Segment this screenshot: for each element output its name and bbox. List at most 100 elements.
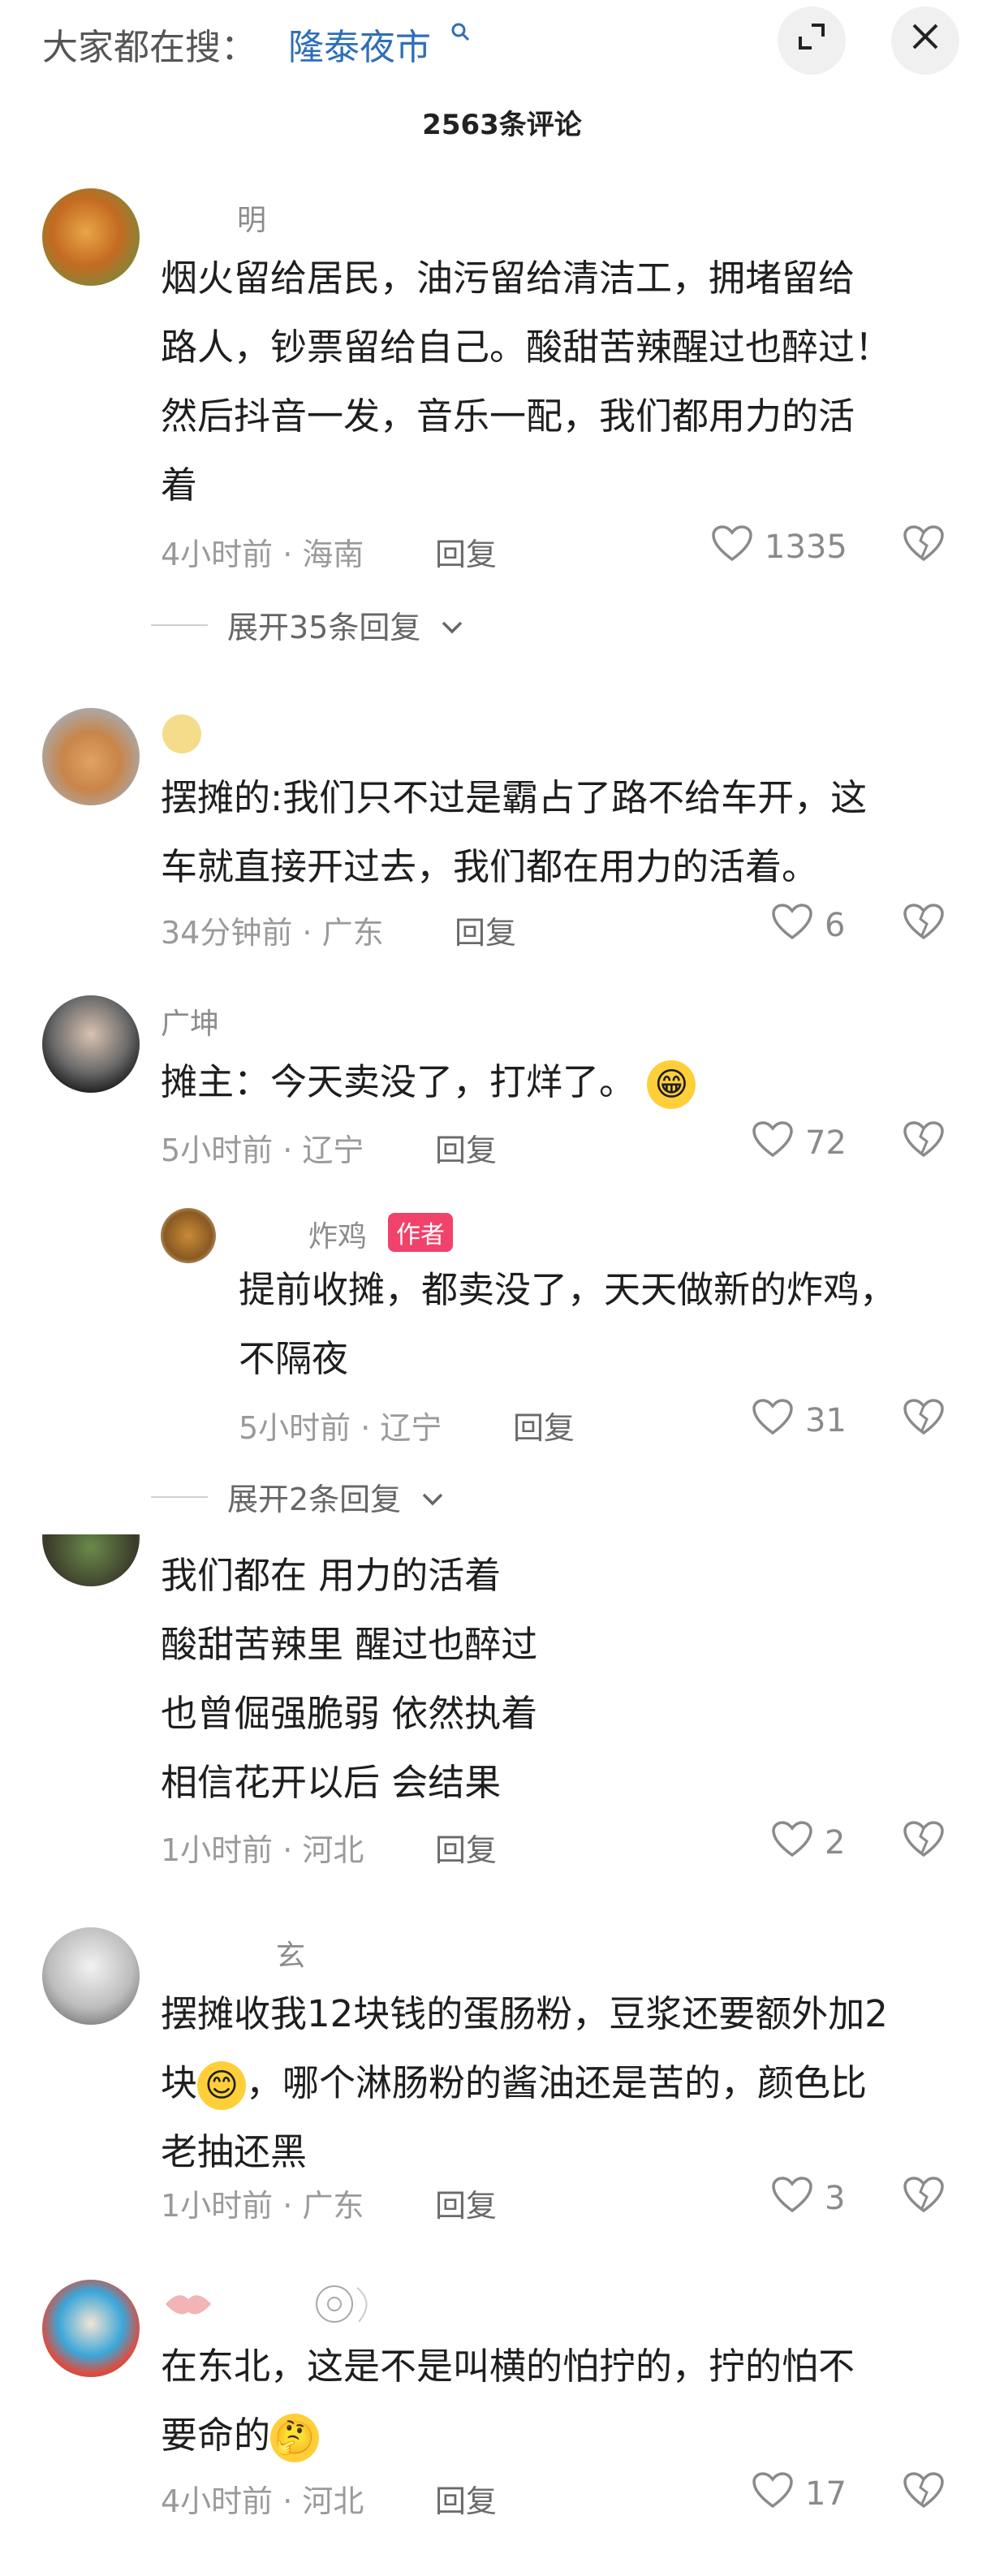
heart-icon bbox=[771, 2176, 813, 2221]
reply-button[interactable]: 回复 bbox=[455, 908, 516, 952]
like-count: 31 bbox=[805, 1402, 847, 1439]
broken-heart-icon bbox=[903, 1821, 945, 1866]
comment-username[interactable]: 明 bbox=[237, 196, 266, 239]
heart-icon bbox=[771, 1820, 813, 1866]
comment-fragment: 要命的 bbox=[161, 2414, 271, 2457]
broken-heart-icon bbox=[903, 525, 945, 571]
grinning-emoji-icon: 😁 bbox=[647, 1060, 696, 1109]
reply-button[interactable]: 回复 bbox=[435, 2476, 497, 2521]
avatar[interactable] bbox=[42, 1534, 140, 1586]
comment-count: 2563条评论 bbox=[422, 109, 582, 141]
comment-line: 也曾倔强脆弱 依然执着 bbox=[161, 1692, 538, 1735]
comment-line: 不隔夜 bbox=[239, 1337, 349, 1380]
like-count: 2 bbox=[825, 1824, 846, 1862]
comment-meta: 5小时前 · 辽宁 bbox=[161, 1133, 364, 1168]
chevron-down-icon bbox=[440, 607, 464, 643]
divider bbox=[151, 1495, 208, 1498]
like-button[interactable]: 3 bbox=[771, 2176, 845, 2221]
comment-line: 酸甜苦辣里 醒过也醉过 bbox=[161, 1623, 538, 1666]
avatar[interactable] bbox=[42, 1927, 140, 2025]
search-icon bbox=[451, 19, 470, 46]
comment-text: 烟火留给居民，油污留给清洁工，拥堵留给 路人，钞票留给自己。酸甜苦辣醒过也醉过！… bbox=[161, 244, 891, 520]
dislike-button[interactable] bbox=[903, 2471, 945, 2518]
dislike-button[interactable] bbox=[903, 1820, 945, 1866]
comment-line: 路人，钞票留给自己。酸甜苦辣醒过也醉过！ bbox=[161, 326, 892, 369]
comment-line: 着 bbox=[161, 464, 198, 507]
comment-line: 要命的 🤔 bbox=[161, 2401, 855, 2470]
lips-icon bbox=[162, 2288, 214, 2324]
reply-button[interactable]: 回复 bbox=[435, 1125, 497, 1170]
comment-line: 然后抖音一发，音乐一配，我们都用力的活 bbox=[161, 395, 855, 438]
reply-button[interactable]: 回复 bbox=[513, 1403, 575, 1448]
comment-line: 在东北，这是不是叫横的怕拧的，拧的怕不 bbox=[161, 2345, 855, 2388]
dislike-button[interactable] bbox=[903, 2176, 945, 2222]
comment-username[interactable]: 玄 bbox=[276, 1932, 305, 1974]
heart-icon bbox=[752, 2471, 794, 2517]
reply-button[interactable]: 回复 bbox=[435, 1825, 497, 1870]
like-button[interactable]: 1335 bbox=[711, 524, 847, 570]
expand-button[interactable] bbox=[778, 6, 846, 75]
search-label: 大家都在搜： bbox=[42, 27, 256, 68]
like-count: 3 bbox=[825, 2180, 846, 2217]
comment-username[interactable]: 广坤 bbox=[161, 1000, 219, 1042]
like-count: 17 bbox=[805, 2475, 847, 2513]
comment-line: 提前收摊，都卖没了，天天做新的炸鸡， bbox=[239, 1268, 897, 1311]
like-count: 6 bbox=[825, 907, 846, 944]
like-button[interactable]: 17 bbox=[752, 2471, 847, 2517]
search-keyword-link[interactable]: 隆泰夜市 bbox=[288, 18, 431, 70]
broken-heart-icon bbox=[903, 904, 945, 949]
heart-icon bbox=[771, 903, 813, 948]
broken-heart-icon bbox=[903, 1399, 945, 1444]
emoji-avatar-icon bbox=[162, 714, 201, 753]
comment-text: 摆摊的:我们只不过是霸占了路不给车开，这 车就直接开过去，我们都在用力的活着。 bbox=[161, 763, 867, 901]
expand-replies-label: 展开2条回复 bbox=[227, 1482, 402, 1517]
broken-heart-icon bbox=[903, 1121, 945, 1167]
author-badge: 作者 bbox=[388, 1213, 453, 1252]
comment-meta: 1小时前 · 河北 bbox=[161, 1832, 364, 1868]
divider bbox=[151, 624, 208, 626]
comment-line: 烟火留给居民，油污留给清洁工，拥堵留给 bbox=[161, 257, 855, 300]
avatar[interactable] bbox=[42, 995, 140, 1093]
close-icon bbox=[911, 22, 940, 59]
dislike-button[interactable] bbox=[903, 524, 945, 571]
avatar[interactable] bbox=[42, 188, 140, 286]
comment-line: 相信花开以后 会结果 bbox=[161, 1761, 502, 1804]
heart-icon bbox=[752, 1398, 794, 1443]
reply-button[interactable]: 回复 bbox=[435, 2181, 497, 2225]
avatar[interactable] bbox=[42, 2280, 140, 2377]
comment-text: 摆摊收我12块钱的蛋肠粉，豆浆还要额外加2 块 😊 ，哪个淋肠粉的酱油还是苦的，颜色… bbox=[161, 1979, 888, 2186]
expand-replies-button[interactable]: 展开2条回复 bbox=[151, 1474, 445, 1519]
broken-heart-icon bbox=[903, 2177, 945, 2222]
reply-username[interactable]: 炸鸡 bbox=[308, 1213, 367, 1255]
avatar[interactable] bbox=[42, 708, 140, 805]
like-button[interactable]: 31 bbox=[752, 1398, 847, 1443]
comment-line: 块 😊 ，哪个淋肠粉的酱油还是苦的，颜色比 bbox=[161, 2048, 888, 2117]
like-button[interactable]: 2 bbox=[771, 1820, 845, 1866]
dislike-button[interactable] bbox=[903, 1120, 945, 1167]
dislike-button[interactable] bbox=[903, 1398, 945, 1444]
dislike-button[interactable] bbox=[903, 903, 945, 949]
comment-text: 我们都在 用力的活着 酸甜苦辣里 醒过也醉过 也曾倔强脆弱 依然执着 相信花开以… bbox=[161, 1541, 537, 1817]
reply-meta: 5小时前 · 辽宁 bbox=[239, 1410, 442, 1446]
reply-button[interactable]: 回复 bbox=[435, 529, 497, 574]
like-count: 72 bbox=[805, 1124, 847, 1162]
comment-meta: 34分钟前 · 广东 bbox=[161, 915, 384, 951]
expand-icon bbox=[795, 20, 828, 61]
expand-replies-label: 展开35条回复 bbox=[227, 610, 421, 645]
thinking-emoji-icon: 🤔 bbox=[270, 2414, 320, 2462]
avatar[interactable] bbox=[161, 1208, 216, 1263]
expand-replies-button[interactable]: 展开35条回复 bbox=[151, 602, 464, 647]
comment-line: 我们都在 用力的活着 bbox=[161, 1554, 502, 1597]
reply-text: 提前收摊，都卖没了，天天做新的炸鸡， 不隔夜 bbox=[239, 1255, 896, 1393]
comment-meta: 4小时前 · 河北 bbox=[161, 2483, 364, 2519]
like-button[interactable]: 72 bbox=[752, 1120, 847, 1166]
like-button[interactable]: 6 bbox=[771, 903, 845, 948]
comment-line: 摆摊的:我们只不过是霸占了路不给车开，这 bbox=[161, 776, 868, 819]
comment-fragment: 块 bbox=[161, 2061, 198, 2104]
broken-heart-icon bbox=[903, 2472, 945, 2518]
chevron-down-icon bbox=[420, 1479, 445, 1515]
comment-fragment: ，哪个淋肠粉的酱油还是苦的，颜色比 bbox=[246, 2061, 868, 2104]
heart-icon bbox=[711, 524, 753, 570]
close-button[interactable] bbox=[891, 6, 959, 75]
heart-icon bbox=[752, 1120, 794, 1166]
